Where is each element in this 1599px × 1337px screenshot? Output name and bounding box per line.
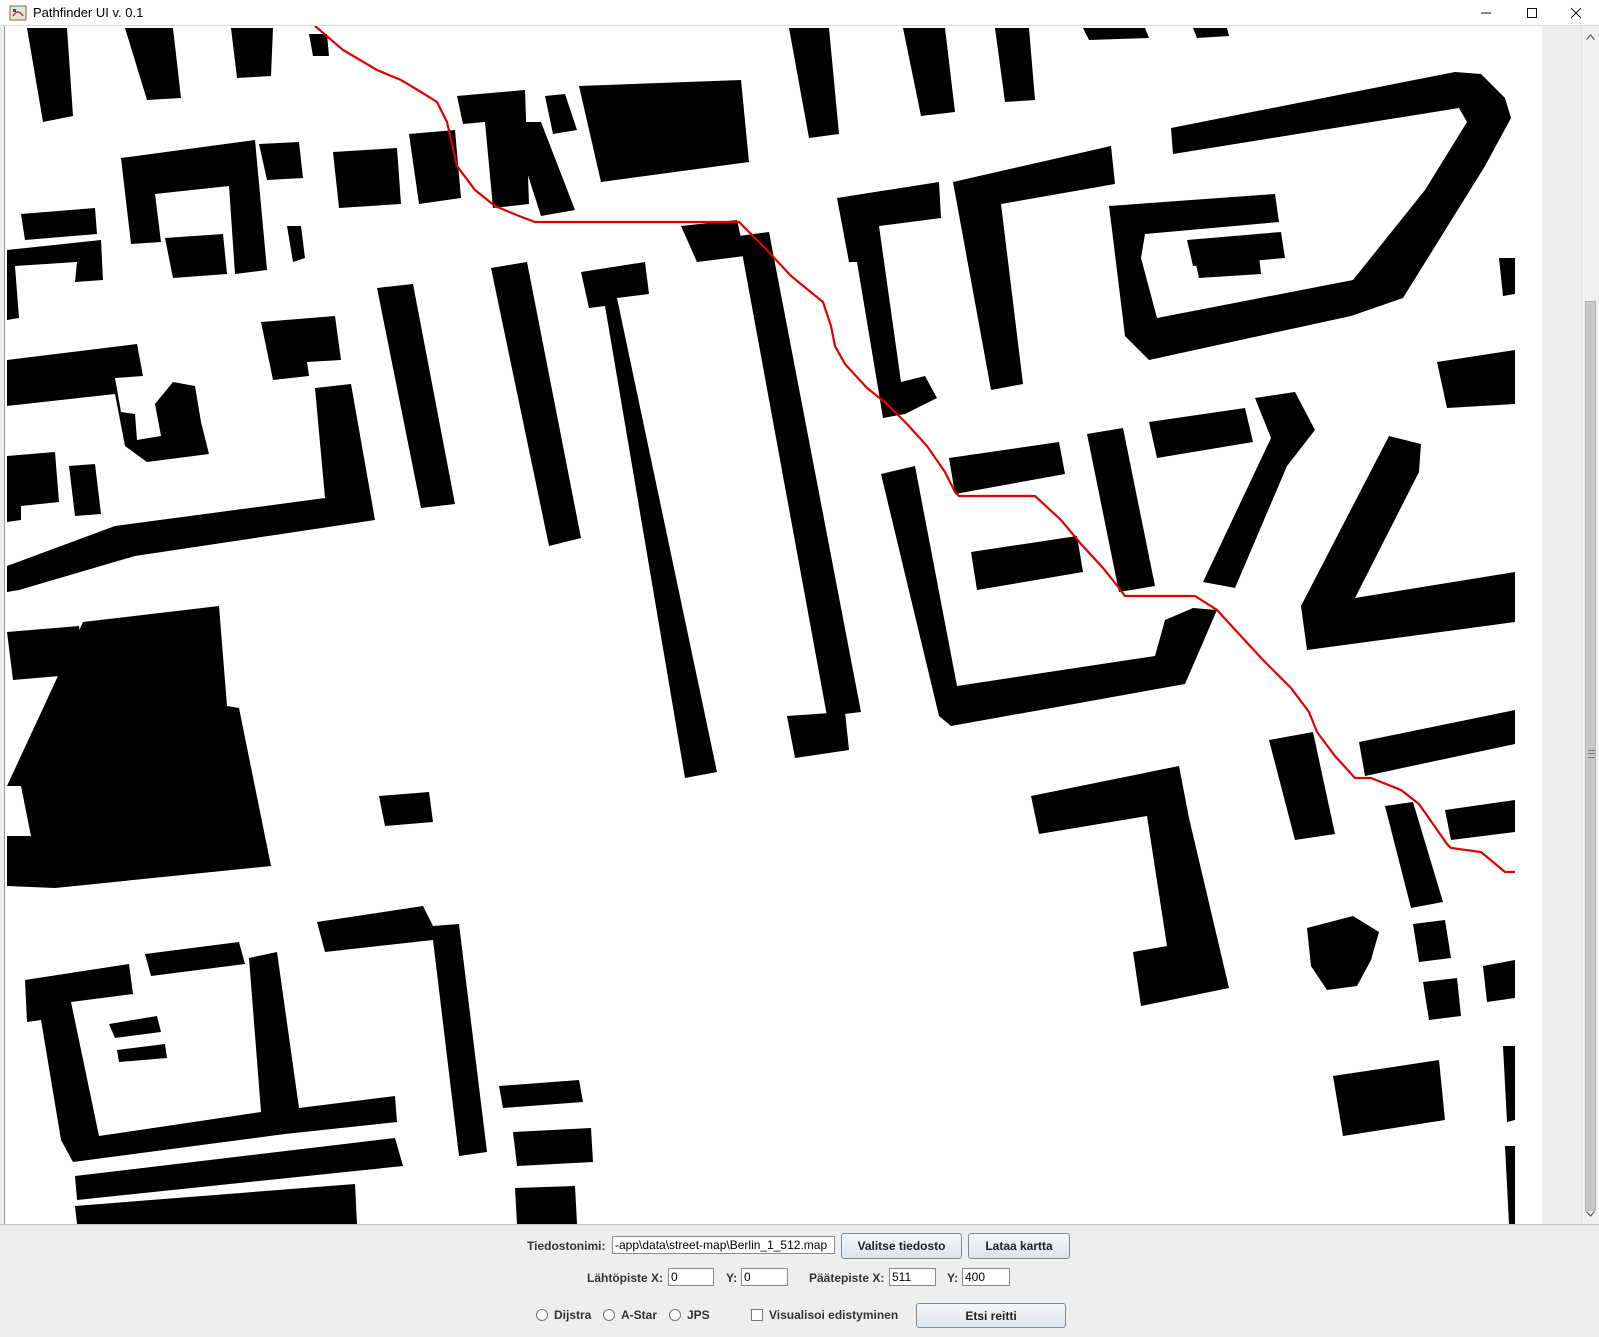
map-svg	[7, 26, 1515, 1224]
scroll-up-button[interactable]	[1582, 28, 1599, 45]
chevron-up-icon	[1586, 33, 1595, 40]
scroll-thumb[interactable]	[1585, 301, 1596, 1211]
minimize-icon	[1481, 12, 1491, 14]
java-app-icon	[9, 4, 27, 22]
radio-label: JPS	[687, 1308, 710, 1322]
filename-input[interactable]	[612, 1236, 835, 1254]
end-x-input[interactable]	[889, 1268, 936, 1286]
visualize-label: Visualisoi edistyminen	[769, 1308, 899, 1322]
start-y-label: Y:	[726, 1271, 738, 1285]
maximize-icon	[1527, 8, 1537, 18]
control-panel: Tiedostonimi: Valitse tiedosto Lataa kar…	[0, 1224, 1599, 1337]
search-route-button[interactable]: Etsi reitti	[916, 1303, 1066, 1328]
algorithm-radio-astar[interactable]: A-Star	[603, 1308, 657, 1322]
algorithm-radio-dijstra[interactable]: Dijstra	[536, 1308, 591, 1322]
load-map-button[interactable]: Lataa kartta	[968, 1233, 1070, 1259]
chevron-down-icon	[1586, 1210, 1595, 1217]
window-title: Pathfinder UI v. 0.1	[33, 5, 144, 20]
grip-icon	[1588, 750, 1595, 758]
end-y-input[interactable]	[962, 1268, 1010, 1286]
radio-icon[interactable]	[536, 1309, 548, 1321]
radio-icon[interactable]	[669, 1309, 681, 1321]
title-bar: Pathfinder UI v. 0.1	[0, 0, 1599, 26]
scroll-down-button[interactable]	[1582, 1205, 1599, 1222]
end-x-label: Päätepiste X:	[809, 1271, 885, 1285]
maximize-button[interactable]	[1509, 0, 1555, 26]
start-x-input[interactable]	[668, 1268, 714, 1286]
close-icon	[1570, 7, 1582, 19]
filename-label: Tiedostonimi:	[527, 1239, 606, 1253]
start-x-label: Lähtöpiste X:	[587, 1271, 664, 1285]
vertical-scrollbar[interactable]	[1581, 26, 1599, 1224]
map-canvas[interactable]	[4, 26, 1542, 1224]
obstacles	[7, 28, 1515, 1224]
close-button[interactable]	[1553, 0, 1599, 26]
start-y-input[interactable]	[741, 1268, 788, 1286]
visualize-checkbox[interactable]: Visualisoi edistyminen	[751, 1308, 898, 1322]
checkbox-icon[interactable]	[751, 1309, 763, 1321]
radio-label: A-Star	[621, 1308, 658, 1322]
choose-file-button[interactable]: Valitse tiedosto	[841, 1233, 962, 1259]
radio-label: Dijstra	[554, 1308, 592, 1322]
minimize-button[interactable]	[1463, 0, 1509, 26]
radio-icon[interactable]	[603, 1309, 615, 1321]
end-y-label: Y:	[947, 1271, 959, 1285]
algorithm-radio-jps[interactable]: JPS	[669, 1308, 710, 1322]
